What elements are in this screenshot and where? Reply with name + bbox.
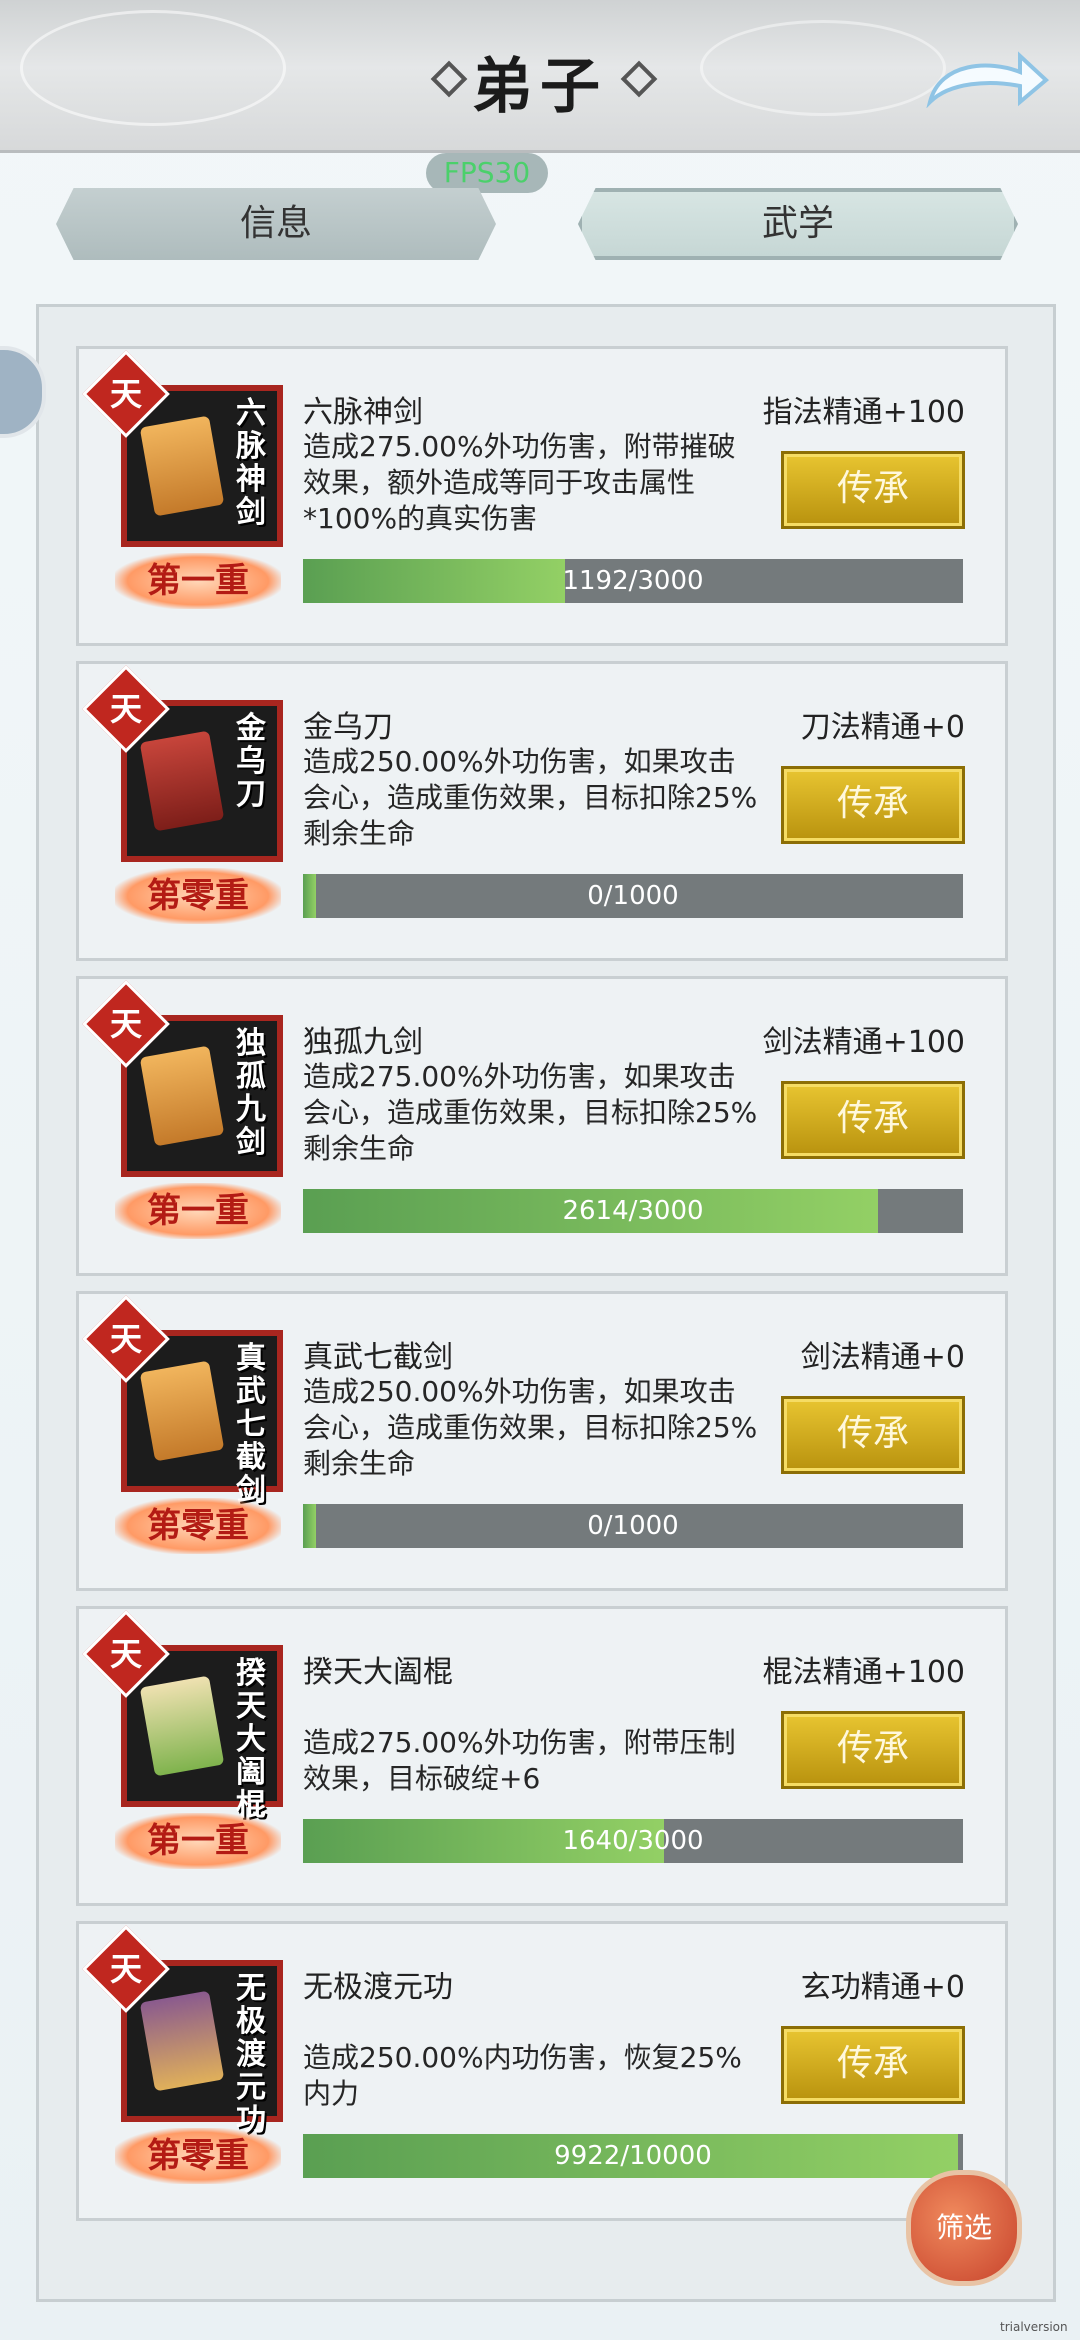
mastery-bonus: 玄功精通+0 [800, 1970, 965, 2005]
inherit-button[interactable]: 传承 [781, 1711, 965, 1789]
level-badge: 第零重 [115, 1498, 281, 1554]
mastery-bonus: 棍法精通+100 [762, 1655, 965, 1690]
skill-description: 造成250.00%外功伤害，如果攻击会心，造成重伤效果，目标扣除25%剩余生命 [303, 1375, 758, 1480]
progress-bar: 2614/3000 [303, 1189, 963, 1233]
skill-icon-label: 六脉神剑 [236, 396, 266, 530]
skill-icon-label: 独孤九剑 [236, 1026, 266, 1160]
skill-name: 揆天大阖棍 [303, 1655, 453, 1690]
progress-text: 1192/3000 [562, 566, 704, 596]
fps-counter: FPS30 [426, 153, 548, 193]
tier-label: 天 [109, 375, 142, 413]
progress-text: 9922/10000 [554, 2141, 712, 2171]
back-arrow-icon[interactable] [920, 42, 1050, 108]
inherit-button[interactable]: 传承 [781, 1396, 965, 1474]
progress-text: 0/1000 [587, 1511, 679, 1541]
scroll-icon [139, 1675, 225, 1777]
tier-label: 天 [109, 1635, 142, 1673]
skill-card: 金乌刀 天 第零重 金乌刀 刀法精通+0 造成250.00%外功伤害，如果攻击会… [76, 661, 1008, 961]
skill-description: 造成275.00%外功伤害，如果攻击会心，造成重伤效果，目标扣除25%剩余生命 [303, 1060, 758, 1165]
skill-card: 揆天大阖棍 天 第一重 揆天大阖棍 棍法精通+100 造成275.00%外功伤害… [76, 1606, 1008, 1906]
mastery-bonus: 剑法精通+0 [800, 1340, 965, 1375]
tier-label: 天 [109, 1950, 142, 1988]
scroll-icon [139, 1990, 225, 2092]
skill-description: 造成275.00%外功伤害，附带压制效果，目标破绽+6 [303, 1726, 736, 1795]
progress-text: 2614/3000 [562, 1196, 704, 1226]
inherit-button[interactable]: 传承 [781, 451, 965, 529]
skill-icon-label: 揆天大阖棍 [236, 1656, 266, 1823]
level-badge: 第一重 [115, 1813, 281, 1869]
screen: 弟子 FPS30 信息 武学 六脉神剑 天 第一重 六脉神剑 指法精通+100 … [0, 0, 1080, 2340]
book-icon [139, 1045, 225, 1147]
progress-bar: 1640/3000 [303, 1819, 963, 1863]
skill-name: 六脉神剑 [303, 395, 423, 430]
skill-icon-label: 真武七截剑 [236, 1341, 266, 1508]
progress-bar: 0/1000 [303, 874, 963, 918]
skill-icon-label: 无极渡元功 [236, 1971, 266, 2138]
level-badge: 第零重 [115, 2128, 281, 2184]
skill-card: 独孤九剑 天 第一重 独孤九剑 剑法精通+100 造成275.00%外功伤害，如… [76, 976, 1008, 1276]
tab-info[interactable]: 信息 [56, 188, 496, 260]
skill-name: 独孤九剑 [303, 1025, 423, 1060]
progress-bar: 9922/10000 [303, 2134, 963, 2178]
skill-name: 无极渡元功 [303, 1970, 453, 2005]
tab-martial-arts[interactable]: 武学 [578, 188, 1018, 260]
tier-label: 天 [109, 690, 142, 728]
tier-label: 天 [109, 1320, 142, 1358]
inherit-button[interactable]: 传承 [781, 2026, 965, 2104]
progress-text: 0/1000 [587, 881, 679, 911]
tier-label: 天 [109, 1005, 142, 1043]
watermark: trialversion [1000, 2320, 1068, 2334]
filter-button[interactable]: 筛选 [906, 2170, 1022, 2286]
skill-description: 造成275.00%外功伤害，附带摧破效果，额外造成等同于攻击属性*100%的真实… [303, 430, 736, 535]
skill-description: 造成250.00%内功伤害，恢复25%内力 [303, 2041, 742, 2110]
header: 弟子 [0, 0, 1080, 153]
inherit-button[interactable]: 传承 [781, 766, 965, 844]
skill-name: 金乌刀 [303, 710, 393, 745]
book-icon [139, 730, 225, 832]
page-title: 弟子 [472, 52, 608, 122]
skill-card: 真武七截剑 天 第零重 真武七截剑 剑法精通+0 造成250.00%外功伤害，如… [76, 1291, 1008, 1591]
skill-card: 无极渡元功 天 第零重 无极渡元功 玄功精通+0 造成250.00%内功伤害，恢… [76, 1921, 1008, 2221]
skill-name: 真武七截剑 [303, 1340, 453, 1375]
mastery-bonus: 指法精通+100 [762, 395, 965, 430]
level-badge: 第一重 [115, 553, 281, 609]
skill-description: 造成250.00%外功伤害，如果攻击会心，造成重伤效果，目标扣除25%剩余生命 [303, 745, 758, 850]
skill-card: 六脉神剑 天 第一重 六脉神剑 指法精通+100 造成275.00%外功伤害，附… [76, 346, 1008, 646]
book-icon [139, 1360, 225, 1462]
progress-bar: 0/1000 [303, 1504, 963, 1548]
level-badge: 第零重 [115, 868, 281, 924]
inherit-button[interactable]: 传承 [781, 1081, 965, 1159]
mastery-bonus: 刀法精通+0 [800, 710, 965, 745]
progress-text: 1640/3000 [562, 1826, 704, 1856]
scroll-icon [139, 415, 225, 517]
level-badge: 第一重 [115, 1183, 281, 1239]
mastery-bonus: 剑法精通+100 [762, 1025, 965, 1060]
skill-icon-label: 金乌刀 [236, 711, 266, 812]
progress-bar: 1192/3000 [303, 559, 963, 603]
